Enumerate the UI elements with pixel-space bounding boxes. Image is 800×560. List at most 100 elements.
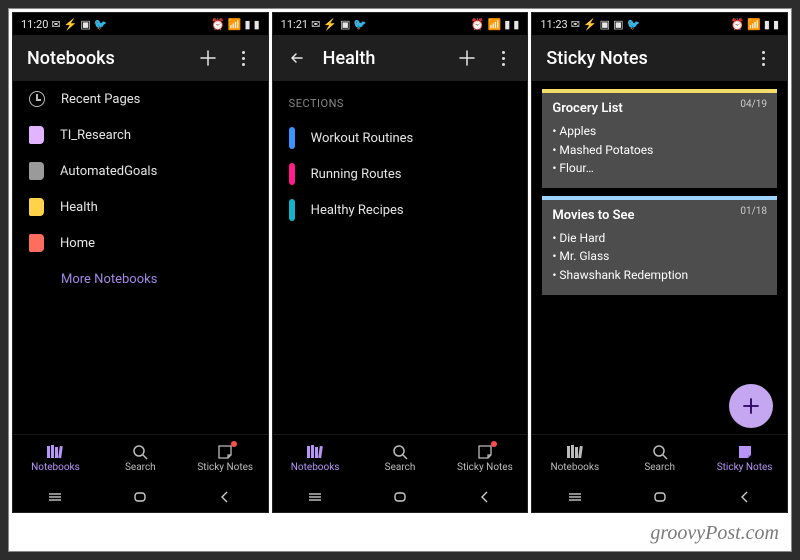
note-title: Grocery List	[552, 101, 767, 116]
alarm-icon: ⏰	[471, 18, 485, 31]
notebook-icon	[29, 198, 44, 216]
notebook-item[interactable]: Health	[13, 189, 268, 225]
tab-sticky-notes[interactable]: Sticky Notes	[702, 435, 787, 482]
section-item[interactable]: Running Routes	[273, 156, 528, 192]
recents-key[interactable]	[307, 489, 323, 505]
home-key[interactable]	[652, 489, 668, 505]
search-icon	[392, 444, 408, 460]
android-nav-bar	[532, 482, 787, 512]
phone-sticky-notes: 11:23 ✉ ⚡ ▣ ▣ 🐦 ⏰ 📶 ▮ ▮ Sticky Notes	[531, 12, 788, 513]
back-key[interactable]	[737, 489, 753, 505]
note-items: Die Hard Mr. Glass Shawshank Redemption	[552, 229, 767, 285]
tab-sticky-notes[interactable]: Sticky Notes	[183, 435, 268, 482]
section-label: Healthy Recipes	[311, 203, 404, 218]
more-notebooks-link[interactable]: More Notebooks	[13, 261, 268, 297]
android-nav-bar	[273, 482, 528, 512]
tab-label: Search	[385, 462, 416, 473]
note-date: 01/18	[740, 206, 767, 217]
add-section-button[interactable]	[457, 48, 477, 68]
home-key[interactable]	[132, 489, 148, 505]
overflow-menu-button[interactable]	[753, 48, 773, 68]
tab-notebooks[interactable]: Notebooks	[13, 435, 98, 482]
section-label: Running Routes	[311, 167, 402, 182]
notebook-icon	[29, 126, 44, 144]
status-bar: 11:20 ✉ ⚡ ▣ 🐦 ⏰ 📶 ▮ ▮	[13, 13, 268, 35]
tab-label: Search	[125, 462, 156, 473]
overflow-menu-button[interactable]	[493, 48, 513, 68]
wifi-icon: 📶	[488, 18, 502, 31]
back-key[interactable]	[217, 489, 233, 505]
battery-icon: ▮	[254, 18, 260, 31]
tab-label: Notebooks	[31, 462, 80, 473]
status-time: 11:21	[281, 18, 308, 31]
overflow-menu-button[interactable]	[234, 48, 254, 68]
bottom-tabs: Notebooks Search Sticky Notes	[273, 434, 528, 482]
tab-search[interactable]: Search	[358, 435, 443, 482]
image-icon: ▣	[340, 18, 350, 31]
search-icon	[132, 444, 148, 460]
section-item[interactable]: Workout Routines	[273, 120, 528, 156]
sticky-note[interactable]: Movies to See 01/18 Die Hard Mr. Glass S…	[542, 196, 777, 295]
sections-heading: SECTIONS	[273, 81, 528, 120]
note-item: Shawshank Redemption	[552, 266, 767, 285]
alarm-icon: ⏰	[730, 18, 744, 31]
note-item: Mr. Glass	[552, 247, 767, 266]
tab-sticky-notes[interactable]: Sticky Notes	[442, 435, 527, 482]
tab-search[interactable]: Search	[617, 435, 702, 482]
wifi-icon: 📶	[747, 18, 761, 31]
note-item: Mashed Potatoes	[552, 141, 767, 160]
image-icon: ▣	[80, 18, 90, 31]
tab-notebooks[interactable]: Notebooks	[532, 435, 617, 482]
notebook-item[interactable]: Home	[13, 225, 268, 261]
note-date: 04/19	[740, 99, 767, 110]
notebook-item[interactable]: TI_Research	[13, 117, 268, 153]
page-title: Notebooks	[27, 48, 182, 69]
books-icon	[566, 444, 584, 460]
add-note-fab[interactable]	[729, 384, 773, 428]
battery-icon: ▮	[773, 18, 779, 31]
note-item: Apples	[552, 122, 767, 141]
plus-icon	[741, 396, 761, 416]
books-icon	[46, 444, 64, 460]
tab-label: Search	[644, 462, 675, 473]
tab-search[interactable]: Search	[98, 435, 183, 482]
phone-notebooks: 11:20 ✉ ⚡ ▣ 🐦 ⏰ 📶 ▮ ▮ Notebooks	[12, 12, 269, 513]
note-title: Movies to See	[552, 208, 767, 223]
battery-icon: ▮	[513, 18, 519, 31]
notebook-label: Home	[60, 236, 95, 251]
note-icon	[217, 444, 233, 460]
notification-badge	[491, 441, 497, 447]
recents-key[interactable]	[567, 489, 583, 505]
search-icon	[652, 444, 668, 460]
notification-badge	[231, 441, 237, 447]
section-item[interactable]: Healthy Recipes	[273, 192, 528, 228]
twitter-icon: 🐦	[353, 18, 367, 31]
section-label: Workout Routines	[311, 131, 414, 146]
note-item: Die Hard	[552, 229, 767, 248]
twitter-icon: 🐦	[626, 18, 640, 31]
recents-key[interactable]	[47, 489, 63, 505]
recent-label: Recent Pages	[61, 92, 140, 107]
gmail-icon: ✉	[311, 18, 320, 31]
add-notebook-button[interactable]	[198, 48, 218, 68]
note-icon	[737, 444, 753, 460]
note-items: Apples Mashed Potatoes Flour…	[552, 122, 767, 178]
tab-notebooks[interactable]: Notebooks	[273, 435, 358, 482]
back-key[interactable]	[477, 489, 493, 505]
twitter-icon: 🐦	[94, 18, 108, 31]
recent-pages-row[interactable]: Recent Pages	[13, 81, 268, 117]
signal-icon: ▮	[245, 18, 251, 31]
sticky-note[interactable]: Grocery List 04/19 Apples Mashed Potatoe…	[542, 89, 777, 188]
page-title: Sticky Notes	[546, 48, 737, 69]
home-key[interactable]	[392, 489, 408, 505]
section-color-icon	[289, 127, 295, 149]
back-button[interactable]	[287, 48, 307, 68]
tab-label: Sticky Notes	[197, 462, 253, 473]
books-icon	[306, 444, 324, 460]
notebook-item[interactable]: AutomatedGoals	[13, 153, 268, 189]
lightning-icon: ⚡	[583, 18, 597, 31]
status-bar: 11:23 ✉ ⚡ ▣ ▣ 🐦 ⏰ 📶 ▮ ▮	[532, 13, 787, 35]
tab-label: Notebooks	[550, 462, 599, 473]
status-bar: 11:21 ✉ ⚡ ▣ 🐦 ⏰ 📶 ▮ ▮	[273, 13, 528, 35]
note-icon	[477, 444, 493, 460]
